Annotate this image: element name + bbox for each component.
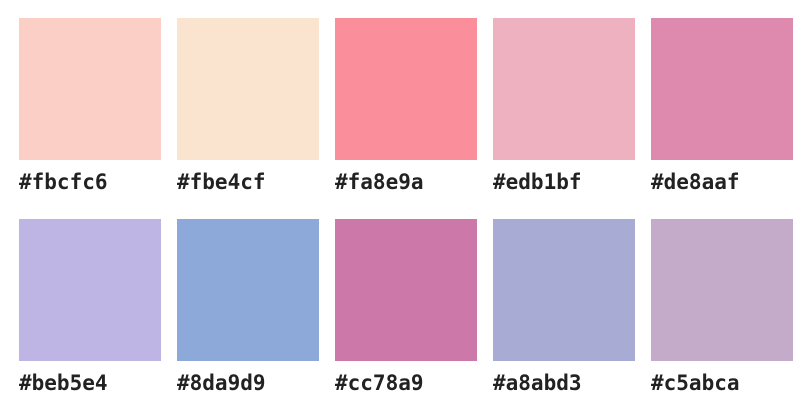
palette-cell: #de8aaf	[651, 18, 793, 195]
color-swatch	[335, 18, 477, 160]
palette-cell: #beb5e4	[19, 219, 161, 396]
color-swatch	[177, 18, 319, 160]
color-swatch	[493, 18, 635, 160]
palette-cell: #fa8e9a	[335, 18, 477, 195]
palette-cell: #8da9d9	[177, 219, 319, 396]
palette-cell: #edb1bf	[493, 18, 635, 195]
color-swatch	[19, 18, 161, 160]
hex-label: #cc78a9	[335, 371, 424, 395]
color-swatch	[177, 219, 319, 361]
hex-label: #fa8e9a	[335, 170, 424, 194]
color-swatch	[19, 219, 161, 361]
hex-label: #8da9d9	[177, 371, 266, 395]
hex-label: #c5abca	[651, 371, 740, 395]
palette-cell: #a8abd3	[493, 219, 635, 396]
color-swatch	[493, 219, 635, 361]
palette-cell: #c5abca	[651, 219, 793, 396]
hex-label: #a8abd3	[493, 371, 582, 395]
hex-label: #beb5e4	[19, 371, 108, 395]
hex-label: #edb1bf	[493, 170, 582, 194]
color-palette: #fbcfc6 #fbe4cf #fa8e9a #edb1bf #de8aaf …	[19, 18, 793, 396]
color-swatch	[651, 219, 793, 361]
palette-cell: #fbcfc6	[19, 18, 161, 195]
palette-cell: #fbe4cf	[177, 18, 319, 195]
hex-label: #de8aaf	[651, 170, 740, 194]
hex-label: #fbcfc6	[19, 170, 108, 194]
color-swatch	[335, 219, 477, 361]
hex-label: #fbe4cf	[177, 170, 266, 194]
color-swatch	[651, 18, 793, 160]
palette-cell: #cc78a9	[335, 219, 477, 396]
